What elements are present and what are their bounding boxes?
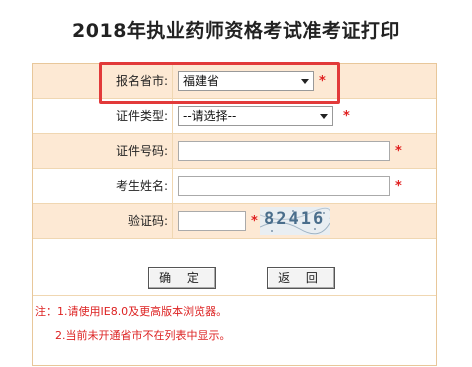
notes-area: 注：1.请使用IE8.0及更高版本浏览器。 2.当前未开通省市不在列表中显示。 [33, 295, 436, 366]
id-type-selected-value: --请选择-- [183, 109, 237, 123]
id-number-input[interactable] [178, 141, 390, 161]
id-type-label: 证件类型: [115, 109, 168, 123]
required-mark: * [251, 214, 258, 229]
divider [172, 169, 173, 203]
row-name: 考生姓名: * [33, 169, 436, 204]
divider [172, 204, 173, 238]
row-captcha: 验证码: * 82416 [33, 204, 436, 239]
row-id-number: 证件号码: * [33, 134, 436, 169]
row-id-type: 证件类型: --请选择-- * [33, 99, 436, 134]
captcha-image[interactable]: 82416 [260, 207, 330, 235]
name-label: 考生姓名: [115, 179, 168, 193]
highlight-box [99, 62, 340, 104]
captcha-input[interactable] [178, 211, 246, 231]
confirm-button[interactable]: 确 定 [148, 267, 216, 289]
required-mark: * [395, 179, 402, 194]
divider [172, 99, 173, 133]
required-mark: * [395, 144, 402, 159]
page-title: 2018年执业药师资格考试准考证打印 [72, 20, 400, 42]
divider [172, 134, 173, 168]
chevron-down-icon [320, 114, 328, 119]
admission-ticket-form: 报名省市: 福建省 * 证件类型: --请选择-- * 证件号码: * 考生姓名… [32, 63, 437, 366]
id-type-select[interactable]: --请选择-- [178, 106, 333, 126]
required-mark: * [343, 109, 350, 124]
id-number-label: 证件号码: [115, 144, 168, 158]
note-line-2: 2.当前未开通省市不在列表中显示。 [55, 329, 231, 342]
name-input[interactable] [178, 176, 390, 196]
captcha-label: 验证码: [127, 214, 168, 228]
captcha-text: 82416 [264, 209, 326, 229]
note-line-1: 注：1.请使用IE8.0及更高版本浏览器。 [35, 305, 228, 318]
back-button[interactable]: 返 回 [267, 267, 335, 289]
